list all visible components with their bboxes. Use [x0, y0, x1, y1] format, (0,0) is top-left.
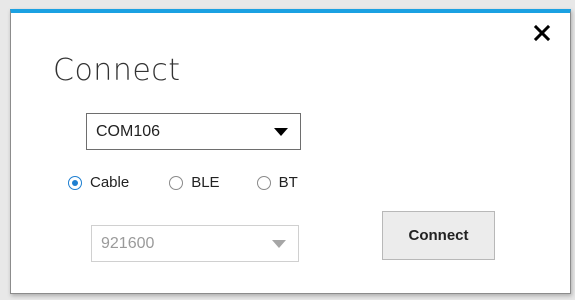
- radio-cable-label: Cable: [90, 174, 130, 191]
- baud-rate-select: 921600: [91, 225, 299, 262]
- dropdown-arrow-icon: [274, 127, 288, 136]
- radio-unchecked-icon: [256, 175, 271, 190]
- radio-checked-icon: [68, 175, 82, 190]
- connect-dialog: Connect COM106 Cable BLE BT 921600 Conne…: [10, 9, 571, 294]
- dropdown-arrow-icon: [272, 239, 286, 248]
- connect-button[interactable]: Connect: [382, 211, 495, 260]
- radio-cable[interactable]: Cable: [68, 174, 129, 191]
- connection-type-group: Cable BLE BT: [68, 174, 326, 191]
- port-select-value: COM106: [96, 122, 161, 140]
- radio-unchecked-icon: [169, 175, 184, 190]
- baud-rate-value: 921600: [101, 234, 155, 252]
- radio-ble-label: BLE: [191, 174, 220, 191]
- radio-bt-label: BT: [278, 174, 298, 191]
- radio-bt[interactable]: BT: [256, 174, 298, 191]
- close-icon[interactable]: [532, 23, 552, 43]
- dialog-title: Connect: [53, 53, 181, 88]
- radio-ble[interactable]: BLE: [169, 174, 220, 191]
- port-select[interactable]: COM106: [86, 113, 301, 150]
